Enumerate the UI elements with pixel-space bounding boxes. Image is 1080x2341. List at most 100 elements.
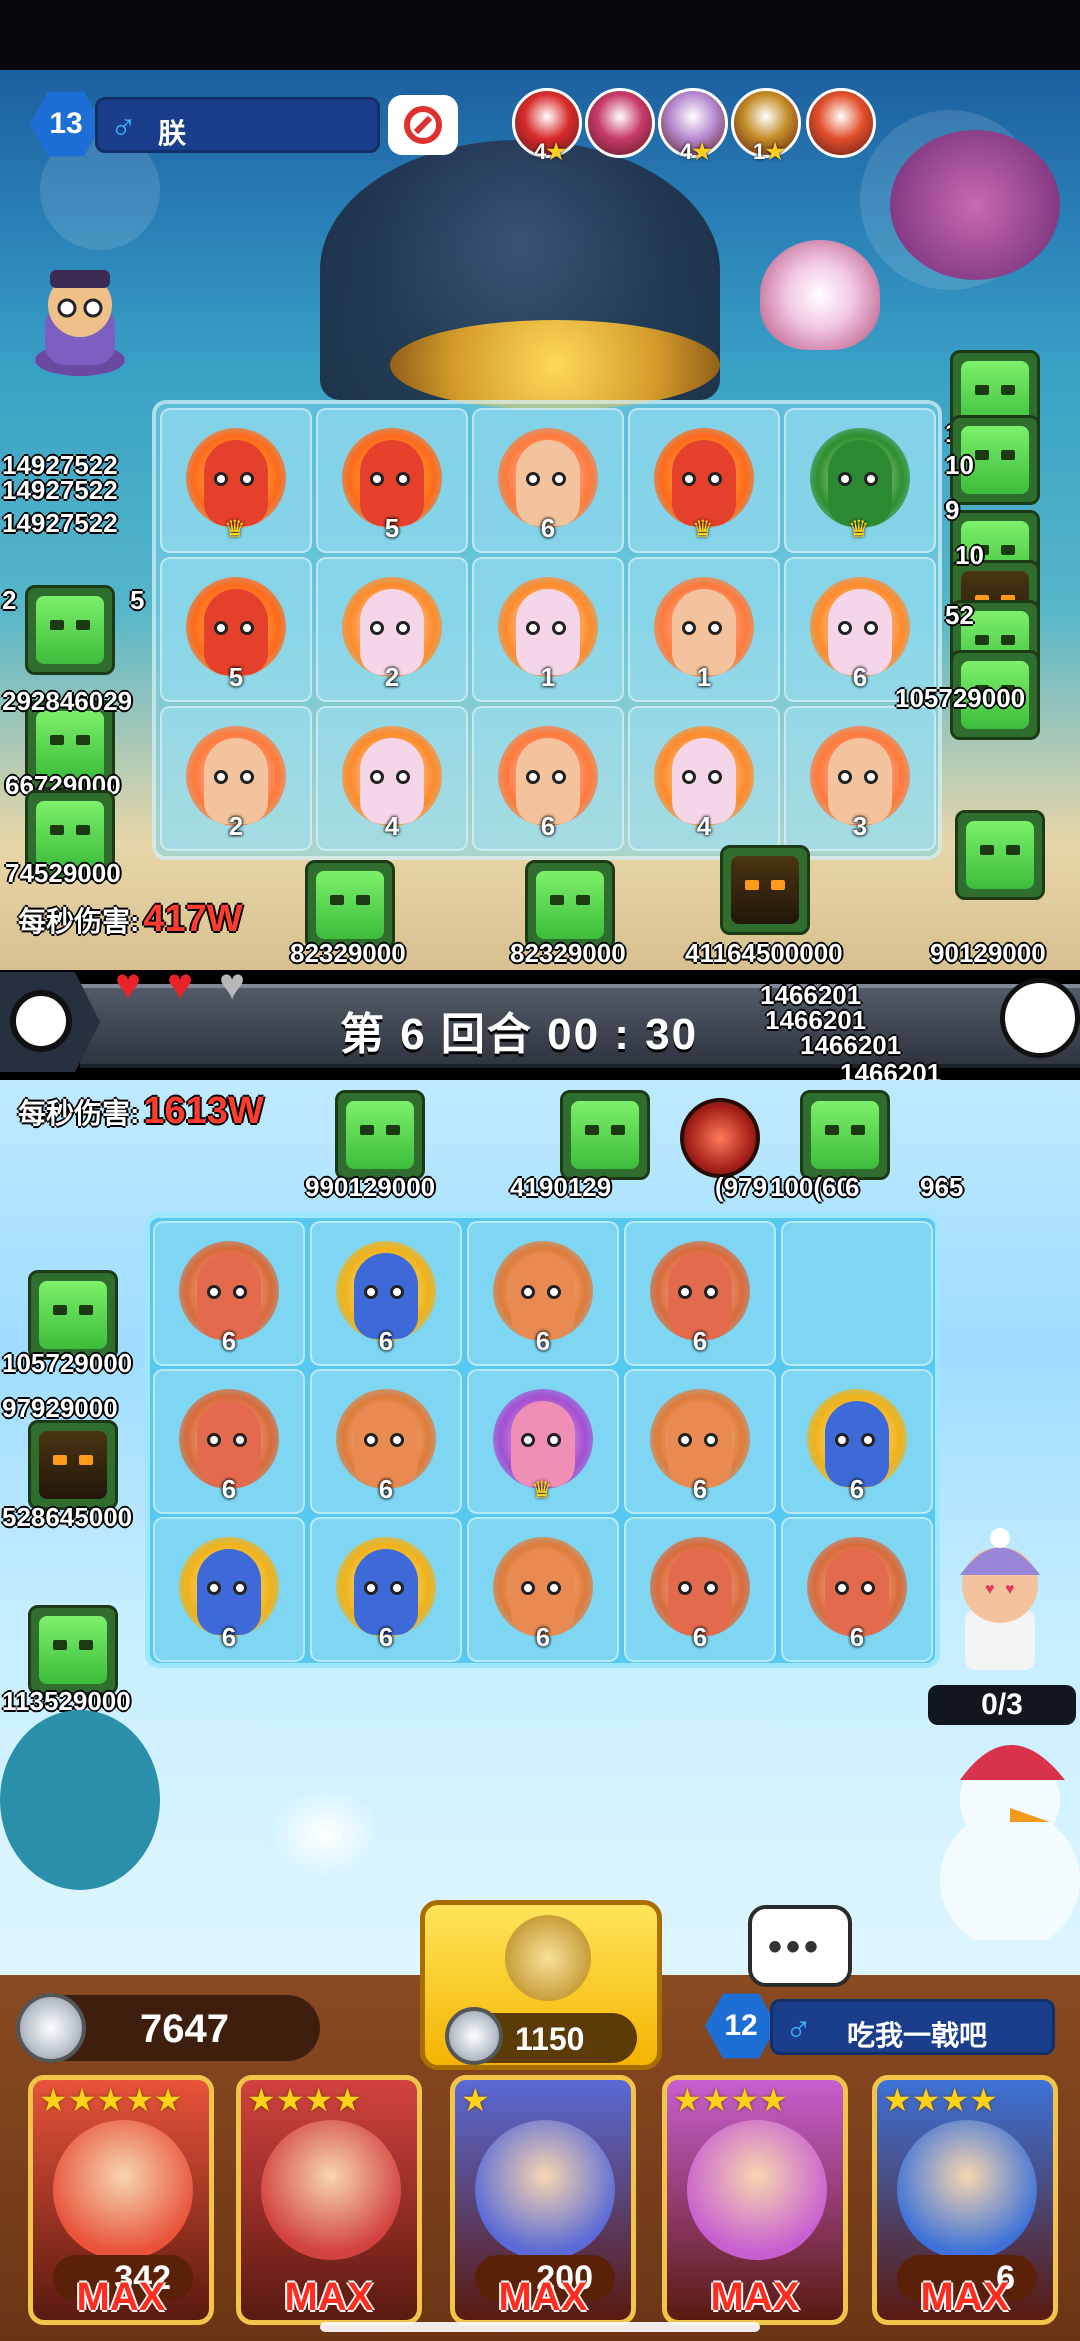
player-hero-clock[interactable]: 6 <box>169 1233 289 1356</box>
player-namebar[interactable]: ♂ 吃我一戟吧 <box>770 1999 1055 2055</box>
hero-card-stars: ★★★★ <box>247 2082 362 2118</box>
player-hero-gold[interactable]: 6 <box>797 1381 917 1504</box>
enemy-block[interactable] <box>335 1090 425 1180</box>
summon-button[interactable]: 1150 <box>420 1900 662 2070</box>
hero-level: 6 <box>692 1622 708 1652</box>
hero-portrait <box>897 2120 1037 2260</box>
hero-card[interactable]: ★★★★ 6 MAX <box>872 2075 1058 2325</box>
enemy-block[interactable] <box>720 845 810 935</box>
player-hero-clock[interactable]: 6 <box>797 1529 917 1652</box>
enemy-block[interactable] <box>28 1605 118 1695</box>
demon-enemy[interactable] <box>680 1098 760 1178</box>
opponent-team-hero[interactable]: 1★ <box>731 88 801 164</box>
hero-eye <box>233 1285 247 1299</box>
opponent-team-hero[interactable]: 4★ <box>658 88 728 164</box>
hero-eye <box>838 621 852 635</box>
opponent-team-hero[interactable] <box>585 88 655 158</box>
hero-card[interactable]: ★★★★ MAX <box>662 2075 848 2325</box>
player-hero-boxer[interactable]: 6 <box>326 1381 446 1504</box>
opponent-hero-angel[interactable]: 2 <box>332 569 452 692</box>
enemy-hp: 100(60 <box>770 1172 851 1202</box>
opponent-hero-fire[interactable]: 5 <box>332 420 452 543</box>
panda-icon[interactable] <box>1000 978 1080 1058</box>
hero-eye <box>864 472 878 486</box>
hero-eye <box>521 1581 535 1595</box>
enemy-hp: 9 <box>945 495 960 525</box>
hero-level: 6 <box>692 1474 708 1504</box>
enemy-block[interactable] <box>305 860 395 950</box>
opponent-hero-girl[interactable]: 3 <box>800 718 920 841</box>
opponent-team-hero[interactable]: 4★ <box>512 88 582 164</box>
opponent-hero-tree[interactable]: ♛ <box>800 420 920 543</box>
hero-card[interactable]: ★ 200 MAX <box>450 2075 636 2325</box>
player-hero-gold[interactable]: 6 <box>169 1529 289 1652</box>
hero-level: 4 <box>384 811 400 841</box>
enemy-hp: 74529000 <box>5 858 121 888</box>
opponent-hero-fire[interactable]: ♛ <box>644 420 764 543</box>
enemy-hp: 528645000 <box>2 1502 133 1532</box>
player-hero-boxer[interactable]: 6 <box>483 1529 603 1652</box>
hero-eye <box>708 472 722 486</box>
player-hero-gold[interactable]: 6 <box>326 1529 446 1652</box>
no-entry-icon <box>404 106 442 144</box>
opponent-namebar[interactable]: ♂ 朕 <box>95 97 380 153</box>
opponent-hero-angel[interactable]: 1 <box>488 569 608 692</box>
summon-cost: 1150 <box>515 2021 585 2057</box>
hero-eye <box>864 621 878 635</box>
hero-card[interactable]: ★★★★ MAX <box>236 2075 422 2325</box>
opponent-hero-angel[interactable]: 6 <box>800 569 920 692</box>
enemy-block[interactable] <box>25 585 115 675</box>
damage-number: 1466201 <box>800 1030 902 1060</box>
opponent-hero-girl[interactable]: 1 <box>644 569 764 692</box>
opponent-hero-angel[interactable]: 4 <box>332 718 452 841</box>
hero-eye <box>838 472 852 486</box>
hero-eye <box>547 1581 561 1595</box>
hero-card-max: MAX <box>710 2275 800 2319</box>
enemy-block[interactable] <box>800 1090 890 1180</box>
hero-eye <box>370 472 384 486</box>
skin-character[interactable]: ♥ ♥ <box>945 1520 1055 1680</box>
enemy-block[interactable] <box>955 810 1045 900</box>
opponent-hero-girl[interactable]: 2 <box>176 718 296 841</box>
hero-star-level: 4★ <box>680 139 712 164</box>
heart-icon: ♥ <box>115 960 142 1009</box>
opponent-hero-girl[interactable]: 6 <box>488 420 608 543</box>
hero-card[interactable]: ★★★★★ 342 MAX <box>28 2075 214 2325</box>
dps-value: 417W <box>143 898 243 940</box>
hero-eye <box>552 770 566 784</box>
hero-eye <box>214 770 228 784</box>
hero-level: 1 <box>540 662 556 692</box>
damage-number: 5 <box>130 585 145 615</box>
player-hero-hula[interactable]: ♛ <box>483 1381 603 1504</box>
opponent-hero-fire[interactable]: ♛ <box>176 420 296 543</box>
enemy-face <box>316 871 384 939</box>
home-indicator[interactable] <box>320 2322 760 2332</box>
hero-eye <box>552 621 566 635</box>
hero-eye <box>861 1433 875 1447</box>
opponent-team-hero[interactable] <box>806 88 876 158</box>
enemy-block[interactable] <box>28 1270 118 1360</box>
enemy-block[interactable] <box>28 1420 118 1510</box>
hero-eye <box>704 1433 718 1447</box>
hero-card-stars: ★★★★ <box>673 2082 788 2118</box>
chat-button[interactable]: ••• <box>748 1905 852 1987</box>
opponent-hero-fire[interactable]: 5 <box>176 569 296 692</box>
player-hero-boxer[interactable]: 6 <box>483 1233 603 1356</box>
hero-eye <box>396 472 410 486</box>
enemy-block[interactable] <box>560 1090 650 1180</box>
block-button[interactable] <box>388 95 458 155</box>
player-hero-clock[interactable]: 6 <box>169 1381 289 1504</box>
player-hero-gold[interactable]: 6 <box>326 1233 446 1356</box>
treasure-pile-decoration <box>390 320 720 410</box>
player-hero-boxer[interactable]: 6 <box>640 1381 760 1504</box>
hero-card-max: MAX <box>498 2275 588 2319</box>
player-hero-clock[interactable]: 6 <box>640 1529 760 1652</box>
enemy-face <box>811 1101 879 1169</box>
opponent-hero-girl[interactable]: 6 <box>488 718 608 841</box>
player-cell[interactable] <box>781 1221 933 1366</box>
player-hero-clock[interactable]: 6 <box>640 1233 760 1356</box>
hero-eye <box>838 770 852 784</box>
heart-icon: ♥ <box>219 960 246 1009</box>
enemy-block[interactable] <box>525 860 615 950</box>
opponent-hero-angel[interactable]: 4 <box>644 718 764 841</box>
